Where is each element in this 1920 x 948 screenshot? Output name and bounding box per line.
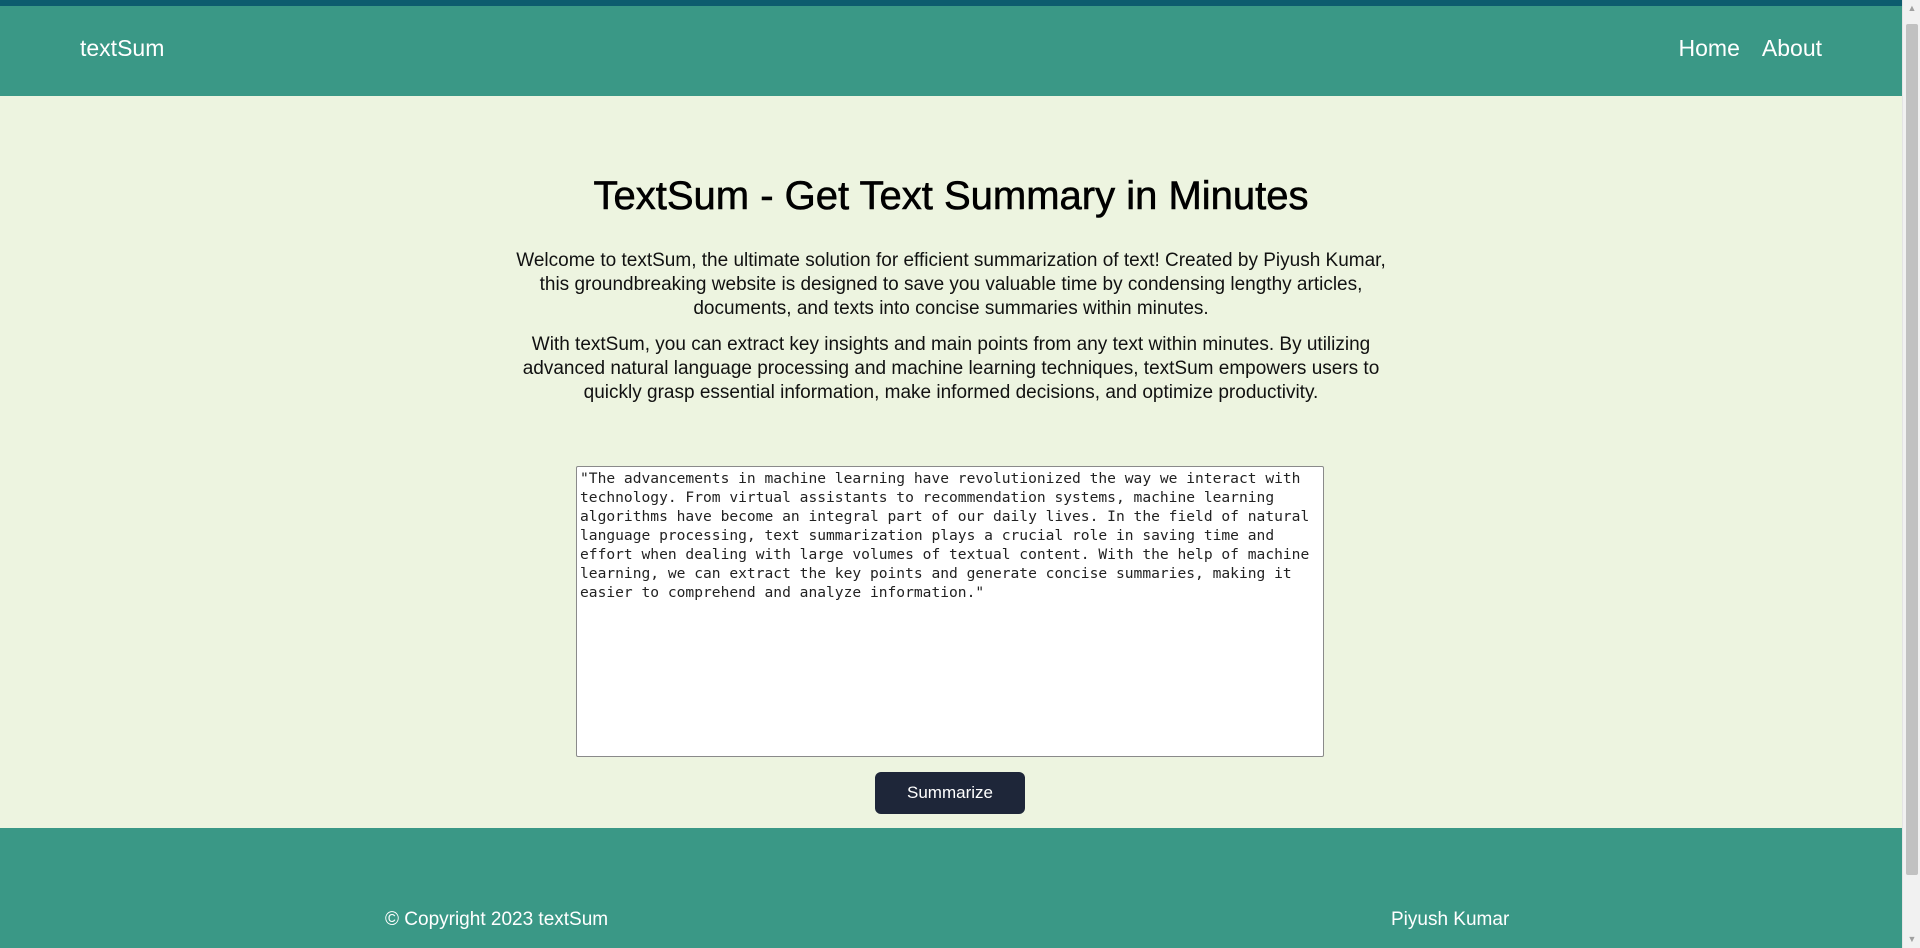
scroll-up-icon[interactable]: ▲ <box>1903 0 1920 17</box>
text-input-area[interactable] <box>576 466 1324 757</box>
page-scrollbar[interactable]: ▲ ▼ <box>1902 0 1920 948</box>
intro-text: Welcome to textSum, the ultimate solutio… <box>511 249 1391 417</box>
nav-link-home[interactable]: Home <box>1679 35 1740 62</box>
page-title: TextSum - Get Text Summary in Minutes <box>593 174 1309 219</box>
navbar: textSum Home About <box>0 6 1902 96</box>
nav-links: Home About <box>1679 35 1822 62</box>
footer: © Copyright 2023 textSum Piyush Kumar <box>0 828 1902 948</box>
scroll-thumb[interactable] <box>1906 24 1918 875</box>
footer-copyright: © Copyright 2023 textSum <box>385 909 609 930</box>
intro-paragraph-2: With textSum, you can extract key insigh… <box>522 334 1380 403</box>
intro-paragraph-1: Welcome to textSum, the ultimate solutio… <box>516 250 1386 319</box>
scroll-down-icon[interactable]: ▼ <box>1903 931 1920 948</box>
brand-logo[interactable]: textSum <box>80 35 164 62</box>
summarize-button[interactable]: Summarize <box>875 772 1025 814</box>
footer-author: Piyush Kumar <box>1391 909 1510 930</box>
nav-link-about[interactable]: About <box>1762 35 1822 62</box>
main-content: TextSum - Get Text Summary in Minutes We… <box>0 96 1902 828</box>
